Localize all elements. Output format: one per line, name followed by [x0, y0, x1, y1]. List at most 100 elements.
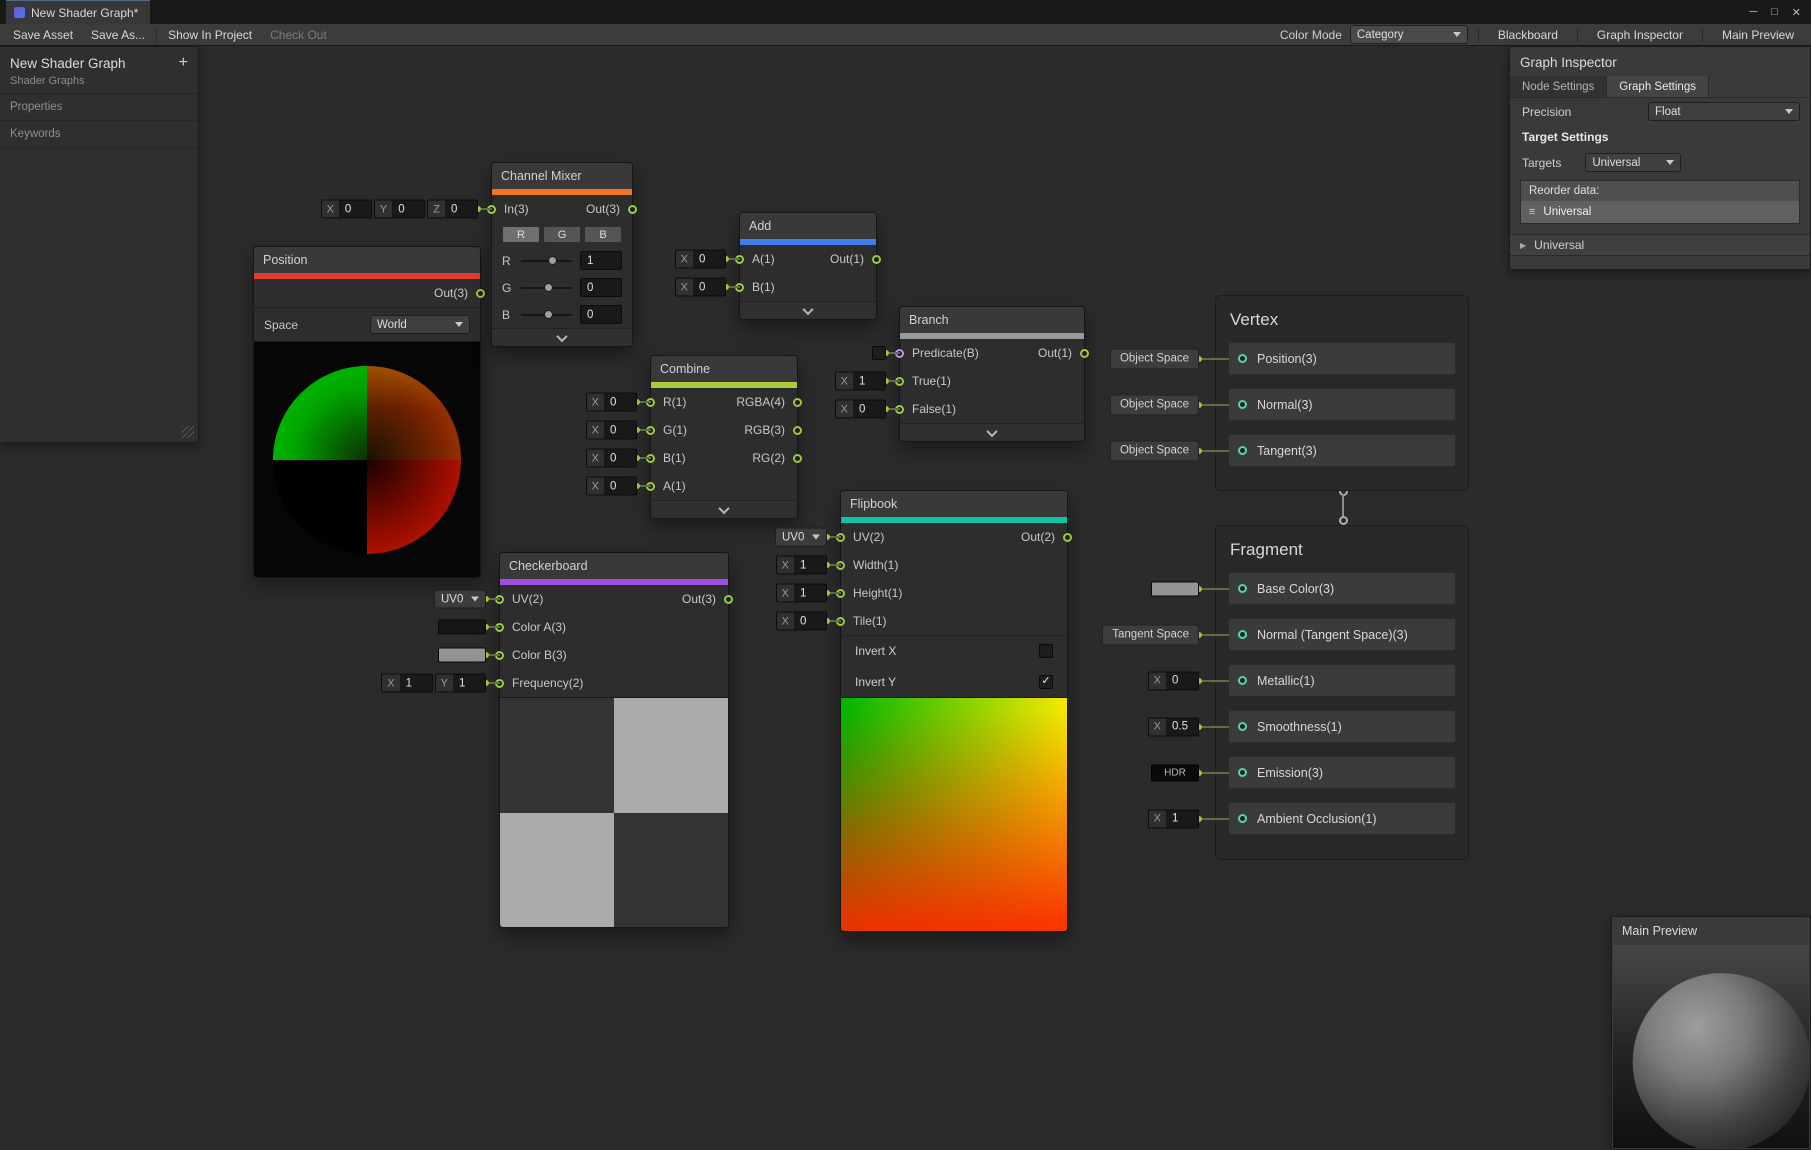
float-field-false[interactable]: X 0: [835, 400, 886, 419]
float-field-a[interactable]: X 0: [586, 477, 637, 496]
block-metallic[interactable]: Metallic(1) X 0: [1228, 664, 1456, 697]
slider-thumb[interactable]: [544, 283, 553, 292]
slider-thumb[interactable]: [544, 310, 553, 319]
block-tangent[interactable]: Tangent(3) Object Space: [1228, 434, 1456, 467]
axis-value[interactable]: 0: [1166, 672, 1198, 689]
slider-r[interactable]: [521, 254, 572, 268]
vector-field-y[interactable]: Y 1: [435, 674, 486, 693]
invert-y-checkbox[interactable]: ✓: [1039, 675, 1053, 689]
save-asset-button[interactable]: Save Asset: [4, 24, 82, 45]
axis-value[interactable]: 1: [453, 675, 485, 692]
axis-value[interactable]: 0.5: [1166, 718, 1198, 735]
color-mode-dropdown[interactable]: Category: [1350, 25, 1468, 44]
port-in[interactable]: [1238, 676, 1247, 685]
block-smoothness[interactable]: Smoothness(1) X 0.5: [1228, 710, 1456, 743]
blackboard-section-keywords[interactable]: Keywords: [0, 121, 198, 148]
collapse-toggle[interactable]: [651, 500, 797, 518]
port-in[interactable]: [1238, 400, 1247, 409]
port-out[interactable]: [1080, 349, 1089, 358]
close-icon[interactable]: ✕: [1792, 6, 1801, 19]
precision-dropdown[interactable]: Float: [1648, 102, 1800, 121]
slider-value-g[interactable]: 0: [580, 278, 622, 297]
float-field-height[interactable]: X 1: [776, 584, 827, 603]
float-field-metallic[interactable]: X 0: [1148, 671, 1199, 690]
axis-value[interactable]: 1: [794, 585, 826, 602]
slider-value-r[interactable]: 1: [580, 251, 622, 270]
port-in[interactable]: [1238, 584, 1247, 593]
block-ambient-occlusion[interactable]: Ambient Occlusion(1) X 1: [1228, 802, 1456, 835]
axis-value[interactable]: 0: [794, 613, 826, 630]
port-in[interactable]: [1238, 768, 1247, 777]
axis-value[interactable]: 1: [853, 373, 885, 390]
float-field-width[interactable]: X 1: [776, 556, 827, 575]
reorder-item-universal[interactable]: ≡ Universal: [1521, 201, 1799, 223]
slider-g[interactable]: [521, 281, 572, 295]
blackboard-section-properties[interactable]: Properties: [0, 94, 198, 121]
port-out[interactable]: [1063, 533, 1072, 542]
maximize-icon[interactable]: □: [1771, 6, 1778, 18]
axis-value[interactable]: 0: [339, 201, 371, 218]
port-out[interactable]: [628, 205, 637, 214]
axis-value[interactable]: 0: [693, 279, 725, 296]
node-combine[interactable]: Combine R(1) RGBA(4) X 0 G(1) RGB(3): [650, 355, 798, 519]
tab-node-settings[interactable]: Node Settings: [1510, 76, 1607, 97]
axis-value[interactable]: 0: [604, 450, 636, 467]
axis-value[interactable]: 1: [1166, 810, 1198, 827]
universal-foldout[interactable]: ▶ Universal: [1510, 234, 1810, 256]
port-out[interactable]: [724, 595, 733, 604]
port-out[interactable]: [872, 255, 881, 264]
block-normal[interactable]: Normal(3) Object Space: [1228, 388, 1456, 421]
float-field-b[interactable]: X 0: [675, 278, 726, 297]
show-in-project-button[interactable]: Show In Project: [159, 24, 261, 45]
fragment-context[interactable]: Fragment Base Color(3) Normal (Tangent S…: [1215, 525, 1469, 860]
collapse-toggle[interactable]: [900, 423, 1084, 441]
uv-channel-dropdown[interactable]: UV0: [434, 590, 486, 609]
space-chip[interactable]: Object Space: [1110, 348, 1199, 369]
node-position[interactable]: Position Out(3) Space World: [253, 246, 481, 578]
document-tab[interactable]: New Shader Graph*: [6, 0, 150, 24]
space-chip[interactable]: Object Space: [1110, 394, 1199, 415]
node-branch[interactable]: Branch Predicate(B) Out(1) True(1) X 1: [899, 306, 1085, 442]
port-in[interactable]: [1238, 354, 1247, 363]
color-b-swatch[interactable]: [438, 648, 486, 663]
axis-value[interactable]: 1: [794, 557, 826, 574]
emission-hdr-swatch[interactable]: HDR: [1151, 764, 1199, 781]
port-out[interactable]: [476, 289, 485, 298]
collapse-toggle[interactable]: [492, 328, 632, 346]
space-chip[interactable]: Tangent Space: [1102, 624, 1199, 645]
slider-b[interactable]: [521, 308, 572, 322]
space-chip[interactable]: Object Space: [1110, 440, 1199, 461]
axis-value[interactable]: 0: [392, 201, 424, 218]
float-field-b[interactable]: X 0: [586, 449, 637, 468]
port-in[interactable]: [1238, 722, 1247, 731]
float-field-smoothness[interactable]: X 0.5: [1148, 717, 1199, 736]
axis-value[interactable]: 0: [693, 251, 725, 268]
add-property-button[interactable]: +: [179, 55, 188, 71]
port-out-rg[interactable]: [793, 454, 802, 463]
axis-value[interactable]: 0: [445, 201, 477, 218]
port-in[interactable]: [1238, 630, 1247, 639]
axis-value[interactable]: 0: [604, 394, 636, 411]
port-in[interactable]: [1238, 814, 1247, 823]
axis-value[interactable]: 0: [604, 478, 636, 495]
main-preview-viewport[interactable]: [1613, 945, 1809, 1148]
float-field-tile[interactable]: X 0: [776, 612, 827, 631]
axis-value[interactable]: 1: [400, 675, 432, 692]
predicate-checkbox[interactable]: [872, 346, 886, 360]
graph-inspector-toggle-button[interactable]: Graph Inspector: [1588, 28, 1692, 42]
targets-dropdown[interactable]: Universal: [1585, 153, 1681, 172]
block-emission[interactable]: Emission(3) HDR: [1228, 756, 1456, 789]
save-as-button[interactable]: Save As...: [82, 24, 154, 45]
node-channel-mixer[interactable]: Channel Mixer In(3) Out(3) X 0 Y 0 Z 0: [491, 162, 633, 347]
collapse-toggle[interactable]: [740, 301, 876, 319]
vertex-context[interactable]: Vertex Position(3) Object Space Normal(3…: [1215, 295, 1469, 491]
drag-handle-icon[interactable]: ≡: [1529, 206, 1535, 218]
channel-button-b[interactable]: B: [584, 226, 622, 243]
port-out-rgb[interactable]: [793, 426, 802, 435]
tab-graph-settings[interactable]: Graph Settings: [1607, 76, 1709, 97]
minimize-icon[interactable]: ─: [1749, 6, 1757, 18]
resize-grip[interactable]: [182, 426, 194, 438]
node-checkerboard[interactable]: Checkerboard UV(2) Out(3) UV0 Color A(3)…: [499, 552, 729, 928]
float-field-r[interactable]: X 0: [586, 393, 637, 412]
block-normal-tangent-space[interactable]: Normal (Tangent Space)(3) Tangent Space: [1228, 618, 1456, 651]
